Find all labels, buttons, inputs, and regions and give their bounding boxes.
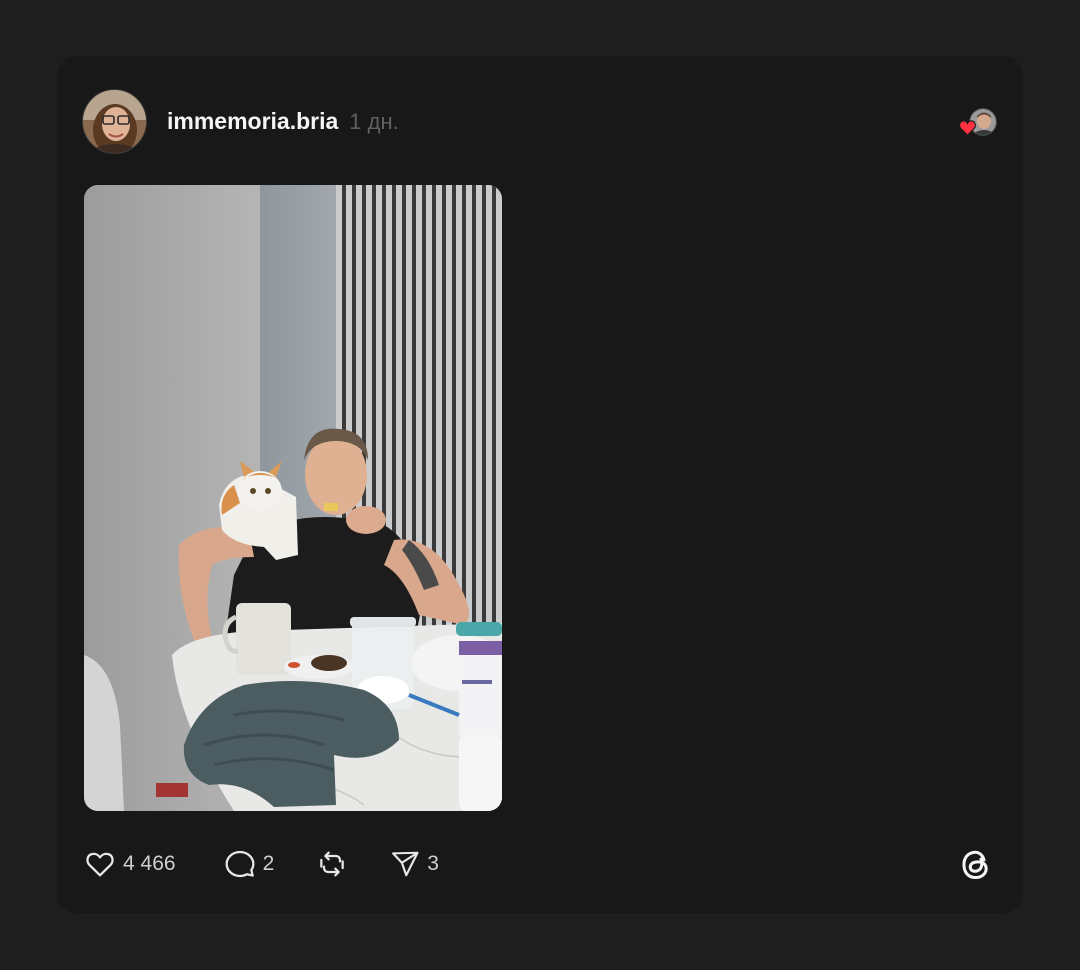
repost-button[interactable] xyxy=(316,846,348,882)
share-count: 3 xyxy=(427,852,439,875)
repost-arrows-icon xyxy=(320,851,345,877)
photo-man-with-cat-at-table xyxy=(84,185,502,811)
post-header: immemoria.bria 1 дн. xyxy=(82,89,399,154)
post-timestamp[interactable]: 1 дн. xyxy=(349,109,398,135)
threads-logo-icon[interactable] xyxy=(955,843,997,885)
author-username[interactable]: immemoria.bria xyxy=(167,108,338,135)
paper-plane-icon xyxy=(392,851,419,877)
post-card: immemoria.bria 1 дн. 4 466 2 3 xyxy=(57,56,1023,913)
heart-outline-icon xyxy=(86,852,114,877)
like-button[interactable]: 4 466 xyxy=(84,846,176,882)
author-avatar-image xyxy=(83,90,146,153)
comment-button[interactable]: 2 xyxy=(224,846,275,882)
share-button[interactable]: 3 xyxy=(390,846,439,882)
liked-by-indicator[interactable] xyxy=(959,108,999,138)
post-photo[interactable] xyxy=(84,185,502,811)
author-avatar[interactable] xyxy=(82,89,147,154)
like-count: 4 466 xyxy=(123,852,176,875)
speech-bubble-icon xyxy=(225,850,255,878)
heart-filled-icon xyxy=(959,120,976,136)
post-actions: 4 466 2 3 xyxy=(84,846,439,882)
comment-count: 2 xyxy=(262,852,275,875)
